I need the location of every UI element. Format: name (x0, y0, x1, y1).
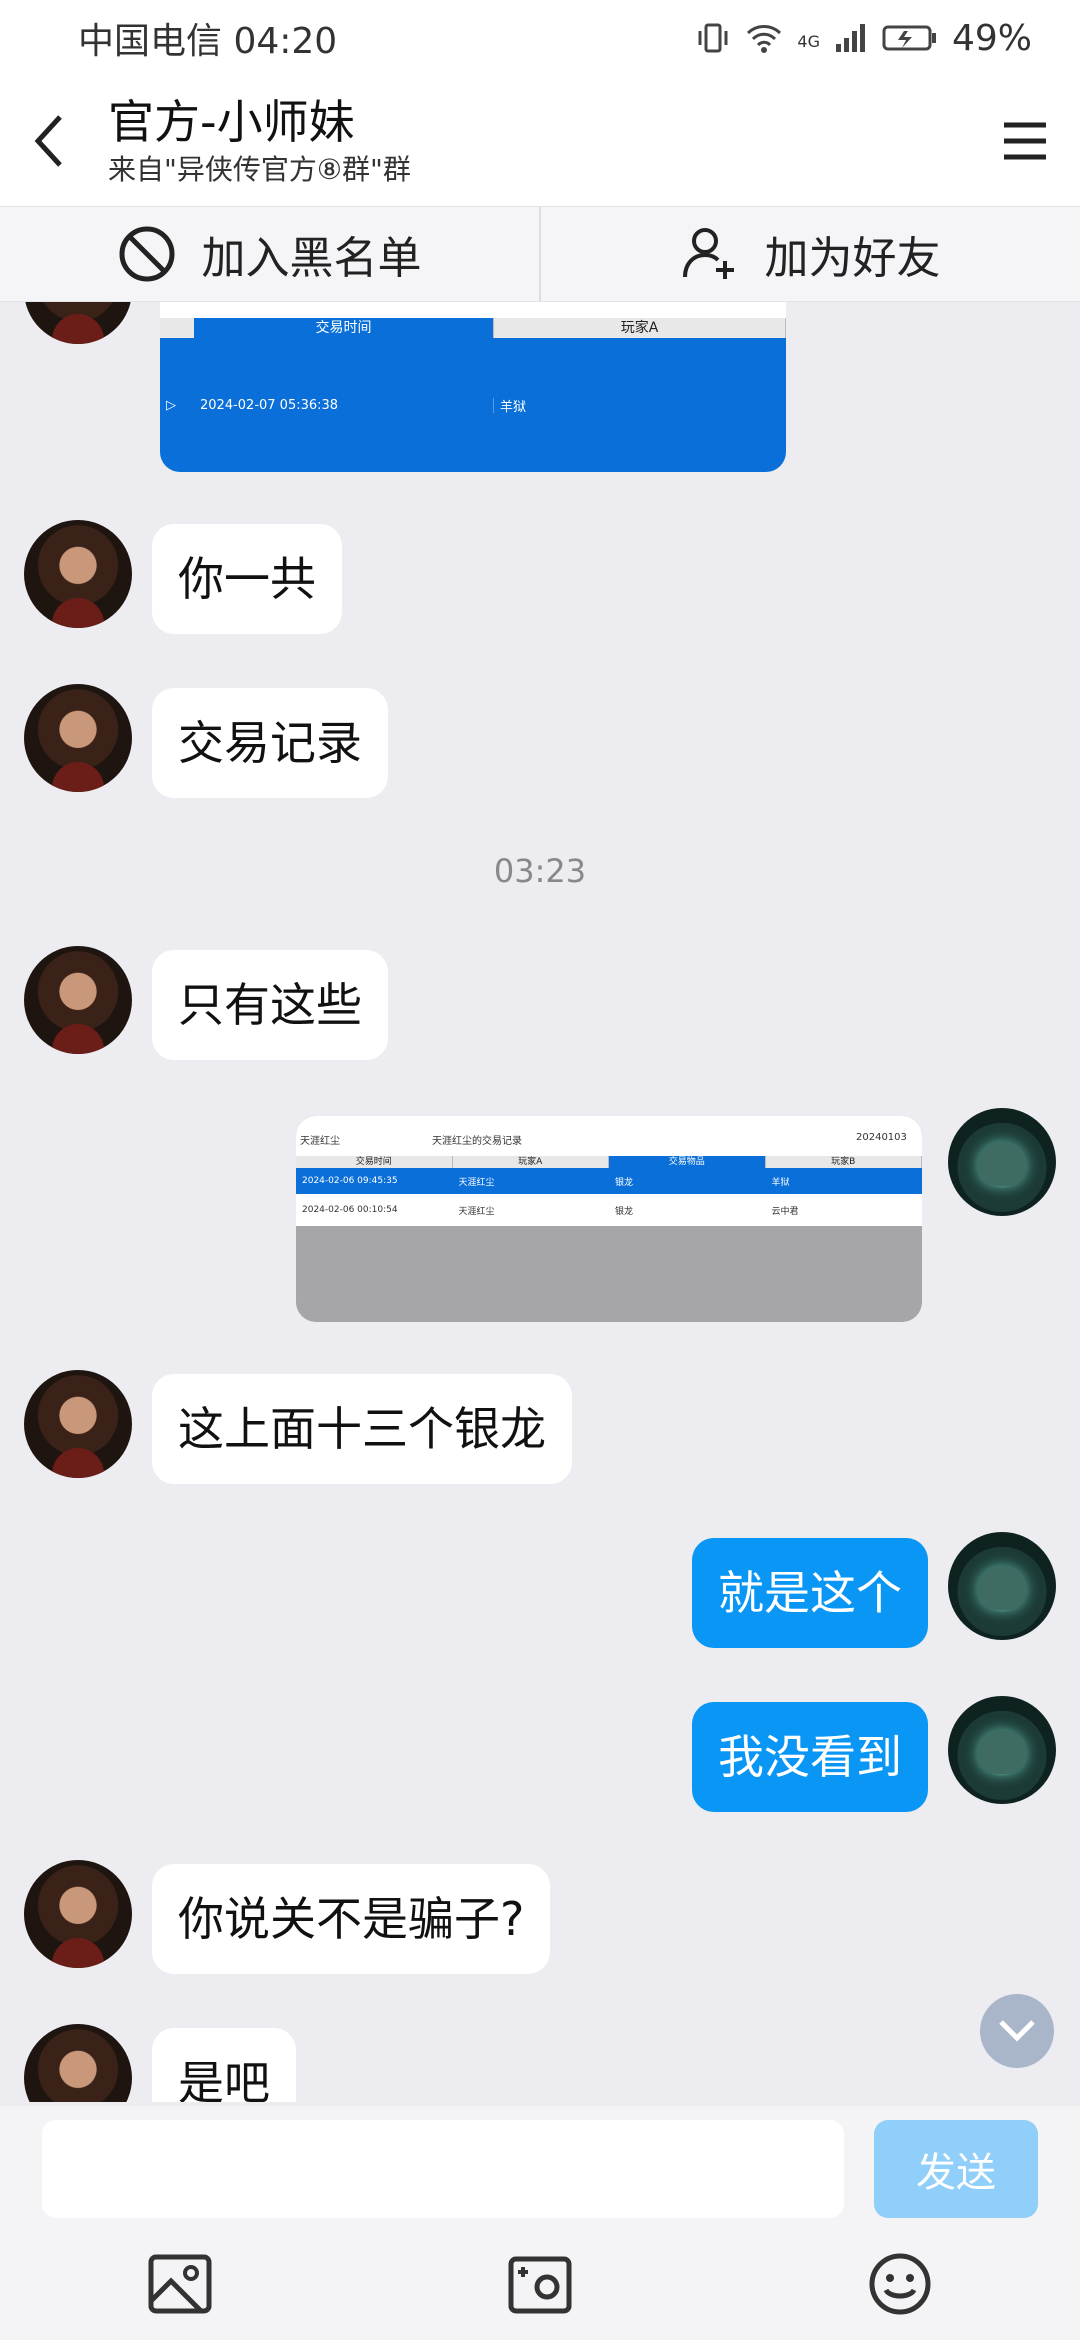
contact-avatar[interactable] (24, 302, 132, 344)
scroll-to-bottom-button[interactable] (980, 1994, 1054, 2068)
emoji-button[interactable] (864, 2248, 936, 2320)
wifi-icon (747, 25, 782, 53)
message-bubble[interactable]: 交易记录 (152, 688, 388, 798)
self-avatar[interactable] (948, 1108, 1056, 1216)
contact-avatar[interactable] (24, 1370, 132, 1478)
table-cell: 2024-02-06 00:10:54 (302, 1205, 398, 1215)
image-message[interactable]: 交易时间 玩家A ▷ 2024-02-07 05:36:38 羊狱 (160, 302, 786, 472)
title-area: 官方-小师妹 来自"异侠传官方⑧群"群 (100, 93, 970, 189)
table-header-cell: 交易时间 (296, 1156, 453, 1168)
signal-icon (835, 24, 865, 52)
table-cell: 2024-02-06 09:45:35 (302, 1176, 398, 1186)
battery-icon (882, 25, 936, 51)
self-avatar[interactable] (948, 1532, 1056, 1640)
image-picker-button[interactable] (144, 2248, 216, 2320)
status-bar: 中国电信 04:20 4G 49% (0, 0, 1080, 76)
chat-title: 官方-小师妹 (108, 95, 355, 149)
table-cell: 银龙 (615, 1177, 634, 1188)
contact-avatar[interactable] (24, 946, 132, 1054)
message-bubble[interactable]: 只有这些 (152, 950, 388, 1060)
message-bubble[interactable]: 你一共 (152, 524, 342, 634)
contact-avatar[interactable] (24, 520, 132, 628)
message-bubble[interactable]: 我没看到 (692, 1702, 928, 1812)
table-cell: 云中君 (771, 1206, 799, 1217)
chat-subtitle: 来自"异侠传官方⑧群"群 (108, 153, 411, 186)
add-user-icon (682, 228, 734, 279)
image-message[interactable]: 天涯红尘 天涯红尘的交易记录 20240103 交易时间 玩家A 交易物品 玩家… (296, 1116, 922, 1322)
emoji-icon (869, 2253, 931, 2315)
add-friend-button[interactable]: 加为好友 (539, 207, 1080, 301)
message-bubble[interactable]: 是吧 (152, 2028, 296, 2102)
camera-button[interactable] (504, 2248, 576, 2320)
chat-header: 官方-小师妹 来自"异侠传官方⑧群"群 (0, 76, 1080, 206)
table-cell: 羊狱 (500, 399, 527, 415)
camera-icon (508, 2256, 572, 2314)
image-icon (148, 2254, 212, 2314)
table-cell: 羊狱 (771, 1177, 790, 1188)
block-icon (119, 226, 174, 282)
image-caption-left: 天涯红尘 (300, 1136, 340, 1147)
image-caption-right: 20240103 (856, 1132, 907, 1143)
carrier-time: 中国电信 04:20 (78, 21, 338, 62)
network-type: 4G (797, 31, 820, 51)
chevron-down-icon (999, 2020, 1035, 2042)
chat-message-list[interactable]: 交易时间 玩家A ▷ 2024-02-07 05:36:38 羊狱 你一共 交易… (0, 302, 1080, 2102)
table-cell: 天涯红尘 (458, 1206, 495, 1217)
action-bar: 加入黑名单 加为好友 (0, 206, 1080, 302)
battery-level: 49% (951, 17, 1032, 59)
back-button[interactable] (0, 76, 100, 206)
contact-avatar[interactable] (24, 684, 132, 792)
add-friend-label: 加为好友 (764, 233, 941, 284)
menu-button[interactable] (970, 76, 1080, 206)
back-arrow-icon (34, 115, 62, 167)
table-cell: 2024-02-07 05:36:38 (194, 397, 494, 413)
table-cell: 天涯红尘 (458, 1177, 495, 1188)
table-header-cell: 玩家A (494, 318, 786, 338)
vibrate-icon (698, 23, 728, 53)
table-header-cell: 玩家A (453, 1156, 609, 1168)
table-header-cell: 玩家B (766, 1156, 922, 1168)
timestamp: 03:23 (493, 852, 587, 890)
hamburger-menu-icon (1004, 122, 1046, 160)
contact-avatar[interactable] (24, 2024, 132, 2102)
send-button[interactable]: 发送 (874, 2120, 1038, 2218)
message-bubble[interactable]: 这上面十三个银龙 (152, 1374, 572, 1484)
message-input[interactable] (42, 2120, 844, 2218)
message-bubble[interactable]: 就是这个 (692, 1538, 928, 1648)
blacklist-label: 加入黑名单 (201, 233, 422, 284)
input-bar: 发送 (0, 2106, 1080, 2340)
table-cell: 银龙 (615, 1206, 634, 1217)
self-avatar[interactable] (948, 1696, 1056, 1804)
table-header-cell: 交易时间 (194, 318, 494, 338)
contact-avatar[interactable] (24, 1860, 132, 1968)
message-bubble[interactable]: 你说关不是骗子? (152, 1864, 551, 1974)
table-header-cell: 交易物品 (609, 1156, 766, 1168)
image-caption-middle: 天涯红尘的交易记录 (432, 1136, 522, 1147)
blacklist-button[interactable]: 加入黑名单 (0, 207, 539, 301)
row-marker-icon: ▷ (166, 397, 176, 413)
